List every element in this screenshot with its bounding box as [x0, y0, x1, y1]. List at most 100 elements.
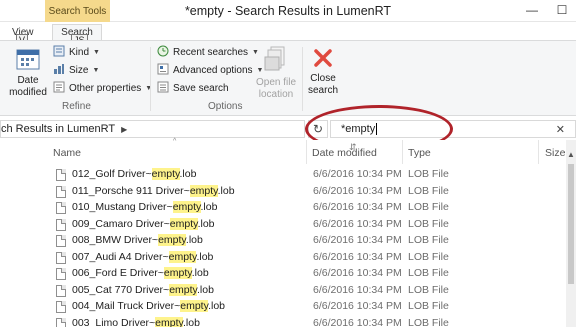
column-header-size[interactable]: Size [545, 147, 565, 159]
file-name: 012_Golf Driver~empty.lob [72, 168, 196, 180]
file-name-prefix: 004_Mail Truck Driver~ [72, 300, 181, 312]
ribbon: Date modified Kind ▼ Size ▼ Other proper… [0, 40, 576, 116]
file-date-modified: 6/6/2016 10:34 PM [313, 201, 402, 213]
column-divider[interactable] [402, 140, 403, 164]
column-header-name[interactable]: Name [53, 147, 81, 159]
file-name: 006_Ford E Driver~empty.lob [72, 267, 209, 279]
size-icon [53, 63, 65, 78]
chevron-down-icon: ▼ [93, 48, 100, 56]
size-label: Size [69, 64, 89, 76]
search-input[interactable]: *empty ✕ [330, 120, 576, 138]
file-row[interactable]: 008_BMW Driver~empty.lob 6/6/2016 10:34 P… [0, 233, 566, 249]
file-type: LOB File [408, 300, 449, 312]
file-name-prefix: 011_Porsche 911 Driver~ [72, 184, 190, 197]
ribbon-separator [302, 47, 303, 111]
options-group-label: Options [208, 101, 243, 112]
title-bar: Search Tools *empty - Search Results in … [0, 0, 576, 22]
advanced-options-icon [157, 63, 169, 78]
advanced-options-button[interactable]: Advanced options ▼ [157, 63, 263, 77]
column-divider[interactable] [306, 140, 307, 164]
file-type: LOB File [408, 201, 449, 213]
file-extension: .lob [208, 300, 226, 312]
date-modified-label: Date modified [9, 75, 47, 98]
calendar-icon [15, 47, 41, 75]
file-type: LOB File [408, 250, 449, 263]
file-icon [56, 317, 66, 327]
sort-arrow-icon: ^ [173, 138, 177, 145]
search-match-highlight: empty [180, 300, 209, 312]
file-name-prefix: 009_Camaro Driver~ [72, 217, 170, 230]
close-icon [312, 47, 334, 73]
column-header-type[interactable]: Type [408, 147, 431, 159]
recent-searches-icon [157, 45, 169, 60]
column-header-date-modified[interactable]: Date modified [312, 147, 377, 159]
vertical-scrollbar[interactable]: ▲ [566, 140, 576, 327]
size-button[interactable]: Size ▼ [53, 63, 99, 77]
address-bar[interactable]: ch Results in LumenRT ▶ [0, 120, 305, 138]
open-file-location-button[interactable]: Open file location [252, 45, 300, 101]
file-date-modified: 6/6/2016 10:34 PM [313, 316, 402, 327]
file-date-modified: 6/6/2016 10:34 PM [313, 184, 402, 197]
search-match-highlight: empty [155, 316, 183, 327]
file-icon [56, 251, 66, 264]
window-title: *empty - Search Results in LumenRT [184, 4, 392, 18]
search-match-highlight: empty [168, 250, 197, 263]
file-row[interactable]: 012_Golf Driver~empty.lob 6/6/2016 10:34 … [0, 167, 566, 183]
recent-searches-button[interactable]: Recent searches ▼ [157, 45, 259, 59]
ribbon-tabs: View Search V JS [0, 22, 576, 46]
file-extension: .lob [179, 168, 197, 180]
file-row[interactable]: 004_Mail Truck Driver~empty.lob 6/6/2016 … [0, 299, 566, 315]
chevron-right-icon[interactable]: ▶ [121, 125, 127, 134]
file-date-modified: 6/6/2016 10:34 PM [313, 250, 402, 263]
file-icon [56, 202, 66, 214]
file-name-prefix: 008_BMW Driver~ [72, 234, 159, 246]
search-match-highlight: empty [169, 283, 198, 296]
search-match-highlight: empty [189, 184, 218, 197]
file-row[interactable]: 003_Limo Driver~empty.lob 6/6/2016 10:34 … [0, 316, 566, 327]
search-match-highlight: empty [163, 267, 192, 279]
file-date-modified: 6/6/2016 10:34 PM [313, 168, 402, 180]
file-icon [56, 268, 66, 280]
kind-button[interactable]: Kind ▼ [53, 45, 100, 59]
scroll-up-icon[interactable]: ▲ [567, 150, 575, 159]
file-extension: .lob [197, 283, 214, 296]
close-search-button[interactable]: Close search [305, 47, 341, 97]
file-list: 012_Golf Driver~empty.lob 6/6/2016 10:34 … [0, 164, 566, 327]
file-name-prefix: 003_Limo Driver~ [72, 316, 156, 327]
column-divider[interactable] [538, 140, 539, 164]
file-icon [56, 235, 66, 247]
file-icon [56, 284, 66, 297]
file-name: 003_Limo Driver~empty.lob [72, 316, 200, 327]
file-icon [56, 218, 66, 231]
file-row[interactable]: 006_Ford E Driver~empty.lob 6/6/2016 10:3… [0, 266, 566, 282]
minimize-button[interactable]: — [522, 2, 542, 18]
mouse-cursor-icon: ⇵ [349, 142, 357, 152]
save-search-button[interactable]: Save search [157, 81, 229, 95]
file-extension: .lob [185, 234, 203, 246]
file-name-prefix: 010_Mustang Driver~ [72, 201, 173, 213]
scrollbar-thumb[interactable] [568, 164, 574, 284]
advanced-options-label: Advanced options [173, 64, 253, 76]
maximize-button[interactable]: ☐ [552, 2, 572, 18]
kind-label: Kind [69, 46, 90, 58]
clear-search-icon[interactable]: ✕ [556, 123, 565, 136]
search-match-highlight: empty [158, 234, 186, 246]
file-name: 004_Mail Truck Driver~empty.lob [72, 300, 225, 312]
properties-icon [53, 81, 65, 96]
file-row[interactable]: 011_Porsche 911 Driver~empty.lob 6/6/2016… [0, 184, 566, 200]
date-modified-button[interactable]: Date modified [6, 47, 50, 99]
file-row[interactable]: 009_Camaro Driver~empty.lob 6/6/2016 10:3… [0, 217, 566, 233]
file-icon [56, 169, 66, 181]
search-match-highlight: empty [169, 217, 198, 230]
save-icon [157, 81, 169, 96]
file-type: LOB File [408, 267, 449, 279]
search-query: *empty [341, 123, 376, 135]
refresh-button[interactable]: ↻ [308, 120, 328, 138]
open-file-location-label: Open file location [255, 77, 297, 100]
other-properties-button[interactable]: Other properties ▼ [53, 81, 152, 95]
file-row[interactable]: 005_Cat 770 Driver~empty.lob 6/6/2016 10:… [0, 283, 566, 299]
file-row[interactable]: 010_Mustang Driver~empty.lob 6/6/2016 10:… [0, 200, 566, 216]
file-date-modified: 6/6/2016 10:34 PM [313, 267, 402, 279]
file-type: LOB File [408, 217, 449, 230]
file-row[interactable]: 007_Audi A4 Driver~empty.lob 6/6/2016 10:… [0, 250, 566, 266]
